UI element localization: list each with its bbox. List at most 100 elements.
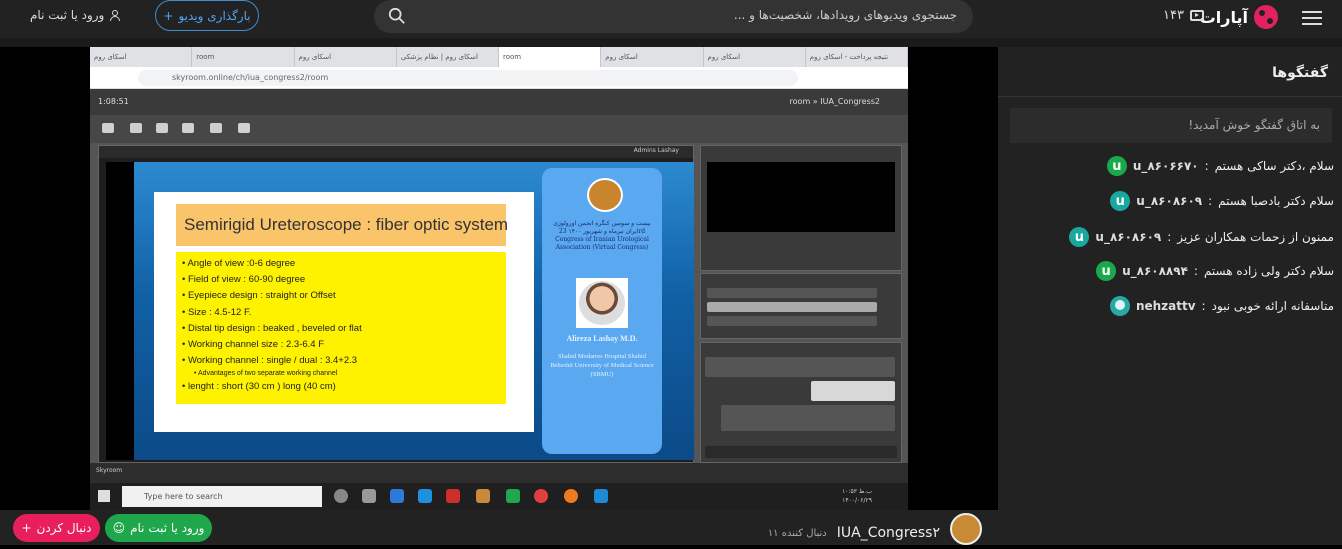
chat-message: u u_۸۶۰۸۸۹۴: سلام دکتر ولی زاده هستم bbox=[1096, 260, 1334, 282]
panel-label: Admins Lashay bbox=[633, 147, 679, 154]
windows-start-icon bbox=[98, 490, 110, 502]
taskbar-clock: ۱۰:۵۳ ب.ظ ۱۴۰۰/۰۶/۲۹ bbox=[842, 488, 872, 504]
skyroom-toolbar bbox=[90, 115, 908, 143]
skyroom-header: 1:08:51 room » IUA_Congress2 bbox=[90, 89, 908, 115]
live-count[interactable]: ۱۴۳ bbox=[1163, 8, 1204, 23]
slide-title: Semirigid Ureteroscope : fiber optic sys… bbox=[176, 204, 508, 246]
chat-text: ممنون از زحمات همکاران عزیز bbox=[1177, 230, 1334, 244]
follower-count: ۱۱ دنبال کننده bbox=[767, 527, 827, 539]
slide-bullet: Distal tip design : beaked , beveled or … bbox=[182, 321, 500, 337]
chat-username[interactable]: u_۸۶۰۸۸۹۴ bbox=[1122, 264, 1188, 278]
aparat-logo[interactable]: آپارات bbox=[1200, 5, 1278, 29]
session-timer: 1:08:51 bbox=[98, 97, 129, 106]
board-icon bbox=[238, 123, 250, 133]
live-tv-icon bbox=[1190, 10, 1204, 21]
slide-bullet: Working channel : single / dual : 3.4+2.… bbox=[182, 353, 500, 369]
congress-logo-icon bbox=[587, 178, 623, 212]
browser-tab: اسکای روم bbox=[704, 47, 806, 67]
slide-bullet-list: Angle of view :0-6 degree Field of view … bbox=[176, 252, 506, 404]
speaker-photo bbox=[576, 278, 628, 328]
speaker-name: Alireza Lashay M.D. bbox=[566, 334, 638, 343]
telegram-icon bbox=[390, 489, 404, 503]
cortana-icon bbox=[334, 489, 348, 503]
room-name: room » IUA_Congress2 bbox=[789, 97, 880, 106]
chat-text: سلام ،دکتر ساکی هستم bbox=[1214, 159, 1334, 173]
firefox-icon bbox=[564, 489, 578, 503]
chat-message: u u_۸۶۰۶۶۷۰: سلام ،دکتر ساکی هستم bbox=[1106, 155, 1334, 177]
windows-taskbar: Type here to search ۱۰:۵۳ ب.ظ ۱۴۰۰/۰۶/۲۹ bbox=[90, 483, 908, 510]
users-panel bbox=[700, 273, 902, 339]
browser-address-bar: skyroom.online/ch/iua_congress2/room bbox=[90, 67, 908, 89]
user-avatar: u bbox=[1106, 156, 1127, 176]
speaker-icon bbox=[102, 123, 114, 133]
logo-text: آپارات bbox=[1199, 7, 1248, 27]
chat-message: u u_۸۶۰۸۶۰۹: سلام دکتر بادصبا هستم bbox=[1110, 190, 1334, 212]
video-frame: اسکای روم room اسکای روم اسکای روم | نظا… bbox=[90, 47, 908, 510]
chat-message: u u_۸۶۰۸۶۰۹: ممنون از زحمات همکاران عزیز bbox=[1069, 226, 1334, 248]
plus-icon: + bbox=[163, 8, 174, 23]
divider bbox=[998, 96, 1342, 97]
app-icon bbox=[534, 489, 548, 503]
chat-sidebar: گفتگوها به اتاق گفتگو خوش آمدید! u u_۸۶۰… bbox=[998, 47, 1342, 510]
task-view-icon bbox=[362, 489, 376, 503]
slide-bullet: Angle of view :0-6 degree bbox=[182, 256, 500, 272]
browser-tab: اسکای روم bbox=[601, 47, 704, 67]
browser-tab-strip: اسکای روم room اسکای روم اسکای روم | نظا… bbox=[90, 47, 908, 67]
taskbar-search: Type here to search bbox=[122, 486, 322, 507]
chat-username[interactable]: u_۸۶۰۸۶۰۹ bbox=[1136, 194, 1202, 208]
login-register-button[interactable]: ☺ ورود یا ثبت نام bbox=[105, 514, 212, 542]
chat-text: سلام دکتر ولی زاده هستم bbox=[1203, 264, 1334, 278]
follow-button[interactable]: + دنبال کردن bbox=[13, 514, 100, 542]
speaker-card: بیست و سومین کنگره انجمن اورولوژی ایران … bbox=[542, 168, 662, 454]
channel-bar: + دنبال کردن ☺ ورود یا ثبت نام IUA_Congr… bbox=[0, 510, 1342, 545]
user-avatar: u bbox=[1096, 261, 1117, 281]
slide-area: Semirigid Ureteroscope : fiber optic sys… bbox=[106, 162, 694, 460]
divider bbox=[0, 38, 1342, 47]
microphone-icon bbox=[130, 123, 142, 133]
chat-message: nehzattv: متاسفانه ارائه خوبی نبود bbox=[1109, 295, 1334, 317]
top-navbar: آپارات ۱۴۳ + بارگذاری ویدیو ورود یا ثبت … bbox=[0, 0, 1342, 38]
upload-video-label: بارگذاری ویدیو bbox=[178, 8, 251, 23]
user-avatar-image bbox=[1109, 296, 1130, 316]
add-user-icon: ☺ bbox=[112, 521, 126, 535]
slide-bullet: Field of view : 60-90 degree bbox=[182, 272, 500, 288]
slide-sub-bullet: Advantages of two separate working chann… bbox=[182, 369, 500, 379]
chat-welcome-message: به اتاق گفتگو خوش آمدید! bbox=[1010, 108, 1332, 143]
browser-tab: نتیجه پرداخت - اسکای روم bbox=[806, 47, 908, 67]
chat-text: سلام دکتر بادصبا هستم bbox=[1218, 194, 1334, 208]
slide-bullet: Size : 4.5-12 F. bbox=[182, 305, 500, 321]
chat-username[interactable]: u_۸۶۰۶۶۷۰ bbox=[1133, 159, 1199, 173]
chat-username[interactable]: u_۸۶۰۸۶۰۹ bbox=[1095, 230, 1161, 244]
channel-info[interactable]: IUA_Congress۲ ۱۱ دنبال کننده bbox=[767, 513, 982, 549]
browser-tab: اسکای روم | نظام پزشکی bbox=[397, 47, 499, 67]
channel-avatar[interactable] bbox=[950, 513, 982, 545]
excel-icon bbox=[506, 489, 520, 503]
speaker-affiliation: Shahid Modarres Hospital Shahid Beheshti… bbox=[550, 353, 654, 378]
upload-video-button[interactable]: + بارگذاری ویدیو bbox=[155, 0, 259, 31]
chat-title: گفتگوها bbox=[1272, 65, 1328, 81]
live-count-value: ۱۴۳ bbox=[1163, 8, 1184, 23]
slide: Semirigid Ureteroscope : fiber optic sys… bbox=[134, 162, 694, 460]
browser-tab: room bbox=[499, 47, 602, 67]
login-link[interactable]: ورود یا ثبت نام bbox=[30, 8, 121, 22]
search-icon[interactable] bbox=[388, 7, 406, 25]
video-panel bbox=[700, 145, 902, 271]
chat-username[interactable]: nehzattv bbox=[1136, 299, 1196, 313]
slide-bullet: Eyepiece design : straight or Offset bbox=[182, 288, 500, 304]
app-icon bbox=[476, 489, 490, 503]
edge-icon bbox=[418, 489, 432, 503]
congress-text: بیست و سومین کنگره انجمن اورولوژی ایران … bbox=[553, 220, 651, 251]
skyroom-side-panels bbox=[700, 145, 905, 463]
video-player[interactable]: اسکای روم room اسکای روم اسکای روم | نظا… bbox=[0, 47, 998, 510]
browser-url: skyroom.online/ch/iua_congress2/room bbox=[138, 70, 798, 86]
login-register-label: ورود یا ثبت نام bbox=[130, 521, 205, 535]
panel-header: Admins Lashay bbox=[99, 146, 693, 158]
user-icon bbox=[110, 9, 121, 21]
slide-content-box: Semirigid Ureteroscope : fiber optic sys… bbox=[154, 192, 534, 432]
channel-name[interactable]: IUA_Congress۲ bbox=[837, 525, 940, 541]
browser-tab: room bbox=[192, 47, 295, 67]
hamburger-menu-icon[interactable] bbox=[1302, 7, 1322, 27]
camera-icon bbox=[156, 123, 168, 133]
search-input[interactable] bbox=[418, 8, 957, 22]
chat-text: متاسفانه ارائه خوبی نبود bbox=[1211, 299, 1334, 313]
